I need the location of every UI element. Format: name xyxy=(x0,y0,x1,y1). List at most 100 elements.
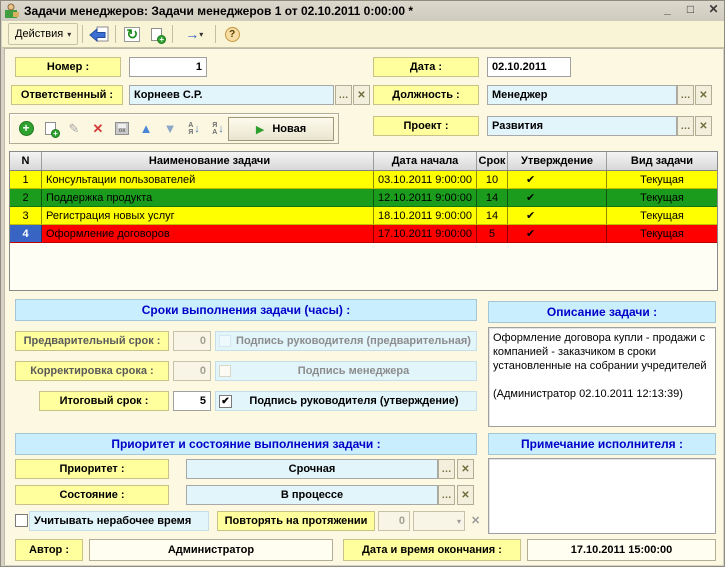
refresh-icon: ↻ xyxy=(124,27,140,42)
start-date-cell[interactable]: 18.10.2011 9:00:00 xyxy=(374,207,477,224)
position-clear-button[interactable]: ✕ xyxy=(695,85,712,105)
table-row[interactable]: 1 Консультации пользователей 03.10.2011 … xyxy=(10,171,717,189)
header-cell-name[interactable]: Наименование задачи xyxy=(42,152,374,170)
executor-note-textarea[interactable] xyxy=(488,458,716,534)
go-to-button[interactable]: → ▾ xyxy=(177,23,211,45)
task-description-textarea[interactable]: Оформление договора купли - продажи с ко… xyxy=(488,327,716,427)
approved-check-cell[interactable]: ✔ xyxy=(508,171,607,188)
row-number-cell[interactable]: 4 xyxy=(10,225,42,242)
move-down-button[interactable]: ▼ xyxy=(158,118,182,140)
copy-row-button[interactable]: + xyxy=(38,118,62,140)
row-number-cell[interactable]: 1 xyxy=(10,171,42,188)
help-icon: ? xyxy=(225,27,240,42)
table-row[interactable]: 2 Поддержка продукта 12.10.2011 9:00:00 … xyxy=(10,189,717,207)
task-kind-cell[interactable]: Текущая xyxy=(607,171,717,188)
row-number-cell[interactable]: 2 xyxy=(10,189,42,206)
header-cell-term[interactable]: Срок xyxy=(477,152,508,170)
responsible-field[interactable]: Корнеев С.Р. xyxy=(129,85,334,105)
state-clear-button[interactable]: ✕ xyxy=(457,485,474,505)
row-number-cell[interactable]: 3 xyxy=(10,207,42,224)
header-cell-kind[interactable]: Вид задачи xyxy=(607,152,717,170)
start-date-cell[interactable]: 17.10.2011 9:00:00 xyxy=(374,225,477,242)
preliminary-sign-row: Подпись руководителя (предварительная) xyxy=(215,331,477,351)
edit-row-button[interactable]: ✎ xyxy=(62,118,86,140)
arrow-up-icon: ▲ xyxy=(140,121,153,136)
offtime-checkbox-label[interactable]: Учитывать нерабочее время xyxy=(29,511,209,531)
repeat-unit-combo: ▾ xyxy=(413,511,465,531)
sort-desc-icon: ЯА ↓ xyxy=(212,122,224,136)
approval-sign-checkbox[interactable]: ✔ xyxy=(219,395,232,408)
term-cell[interactable]: 5 xyxy=(477,225,508,242)
final-term-input[interactable]: 5 xyxy=(173,391,211,411)
task-name-cell[interactable]: Консультации пользователей xyxy=(42,171,374,188)
add-row-button[interactable]: + xyxy=(14,118,38,140)
header-cell-n[interactable]: N xyxy=(10,152,42,170)
project-clear-button[interactable]: ✕ xyxy=(695,116,712,136)
author-field: Администратор xyxy=(89,539,333,561)
description-section-header: Описание задачи : xyxy=(488,301,716,323)
save-icon xyxy=(89,26,109,43)
preliminary-term-input: 0 xyxy=(173,331,211,351)
close-button[interactable]: ✕ xyxy=(705,2,722,18)
term-cell[interactable]: 10 xyxy=(477,171,508,188)
task-kind-cell[interactable]: Текущая xyxy=(607,225,717,242)
task-name-cell[interactable]: Поддержка продукта xyxy=(42,189,374,206)
table-header-row: N Наименование задачи Дата начала Срок У… xyxy=(10,152,717,171)
state-label: Состояние : xyxy=(15,485,169,505)
end-edit-button[interactable]: ок xyxy=(110,118,134,140)
priority-label: Приоритет : xyxy=(15,459,169,479)
copy-document-button[interactable]: + xyxy=(144,23,168,45)
position-pick-button[interactable]: … xyxy=(677,85,694,105)
chevron-down-icon: ▾ xyxy=(67,30,71,39)
start-date-cell[interactable]: 03.10.2011 9:00:00 xyxy=(374,171,477,188)
table-row-selected[interactable]: 4 Оформление договоров 17.10.2011 9:00:0… xyxy=(10,225,717,243)
approval-sign-row: ✔ Подпись руководителя (утверждение) xyxy=(215,391,477,411)
approved-check-cell[interactable]: ✔ xyxy=(508,207,607,224)
responsible-pick-button[interactable]: … xyxy=(335,85,352,105)
term-cell[interactable]: 14 xyxy=(477,189,508,206)
task-name-cell[interactable]: Регистрация новых услуг xyxy=(42,207,374,224)
save-button[interactable] xyxy=(87,23,111,45)
task-name-cell[interactable]: Оформление договоров xyxy=(42,225,374,242)
main-toolbar: Действия ▾ ↻ + → ▾ ? xyxy=(2,21,725,48)
maximize-button[interactable]: □ xyxy=(682,2,699,18)
number-input[interactable]: 1 xyxy=(129,57,207,77)
date-input[interactable]: 02.10.2011 xyxy=(487,57,571,77)
author-label: Автор : xyxy=(15,539,83,561)
end-edit-icon: ок xyxy=(115,122,129,135)
project-field[interactable]: Развития xyxy=(487,116,677,136)
table-row[interactable]: 3 Регистрация новых услуг 18.10.2011 9:0… xyxy=(10,207,717,225)
sort-desc-button[interactable]: ЯА ↓ xyxy=(206,118,230,140)
priority-field[interactable]: Срочная xyxy=(186,459,438,479)
offtime-checkbox[interactable] xyxy=(15,514,28,527)
approved-check-cell[interactable]: ✔ xyxy=(508,225,607,242)
new-task-button[interactable]: ▶ Новая xyxy=(228,117,334,141)
task-kind-cell[interactable]: Текущая xyxy=(607,189,717,206)
repeat-value-input: 0 xyxy=(378,511,410,531)
task-kind-cell[interactable]: Текущая xyxy=(607,207,717,224)
position-field[interactable]: Менеджер xyxy=(487,85,677,105)
help-button[interactable]: ? xyxy=(220,23,244,45)
priority-pick-button[interactable]: … xyxy=(438,459,455,479)
task-table: N Наименование задачи Дата начала Срок У… xyxy=(9,151,718,291)
task-window: Задачи менеджеров: Задачи менеджеров 1 о… xyxy=(0,0,725,567)
pencil-icon: ✎ xyxy=(69,121,80,137)
start-date-cell[interactable]: 12.10.2011 9:00:00 xyxy=(374,189,477,206)
state-pick-button[interactable]: … xyxy=(438,485,455,505)
move-up-button[interactable]: ▲ xyxy=(134,118,158,140)
priority-clear-button[interactable]: ✕ xyxy=(457,459,474,479)
preliminary-term-label: Предварительный срок : xyxy=(15,331,169,351)
delete-row-button[interactable]: ✕ xyxy=(86,118,110,140)
state-field[interactable]: В процессе xyxy=(186,485,438,505)
term-cell[interactable]: 14 xyxy=(477,207,508,224)
approved-check-cell[interactable]: ✔ xyxy=(508,189,607,206)
responsible-clear-button[interactable]: ✕ xyxy=(353,85,370,105)
actions-menu-button[interactable]: Действия ▾ xyxy=(8,23,78,45)
header-cell-start[interactable]: Дата начала xyxy=(374,152,477,170)
project-pick-button[interactable]: … xyxy=(677,116,694,136)
refresh-button[interactable]: ↻ xyxy=(120,23,144,45)
header-cell-approved[interactable]: Утверждение xyxy=(508,152,607,170)
terms-section-header: Сроки выполнения задачи (часы) : xyxy=(15,299,477,321)
sort-asc-button[interactable]: АЯ ↓ xyxy=(182,118,206,140)
minimize-button[interactable]: _ xyxy=(659,2,676,18)
